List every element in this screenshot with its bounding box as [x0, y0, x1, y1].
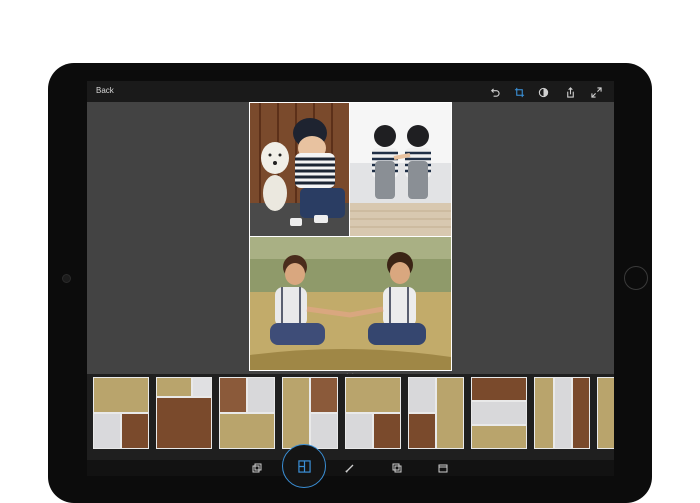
back-button[interactable]: Back — [96, 86, 114, 95]
app-screen: Back — [87, 81, 614, 476]
layout-strip — [87, 374, 614, 460]
expand-icon[interactable] — [589, 85, 603, 99]
duplicate-icon[interactable] — [250, 461, 264, 475]
brush-icon[interactable] — [343, 461, 357, 475]
bottom-toolbar — [87, 460, 614, 476]
layout-icon[interactable] — [282, 444, 326, 488]
layout-thumb-1[interactable] — [93, 377, 149, 449]
layout-thumb-4[interactable] — [282, 377, 338, 449]
layout-thumb-6[interactable] — [408, 377, 464, 449]
frame-icon[interactable] — [390, 461, 404, 475]
layout-thumb-7[interactable] — [471, 377, 527, 449]
adjust-icon[interactable] — [536, 85, 550, 99]
front-camera — [62, 274, 71, 283]
collage-canvas[interactable] — [249, 102, 452, 371]
layout-thumb-9[interactable] — [597, 377, 614, 449]
top-toolbar: Back — [87, 81, 614, 102]
home-button[interactable] — [624, 266, 648, 290]
undo-icon[interactable] — [487, 85, 501, 99]
photo-boy-with-dog[interactable] — [250, 103, 349, 236]
layout-thumb-3[interactable] — [219, 377, 275, 449]
layout-thumb-2[interactable] — [156, 377, 212, 449]
layout-thumb-8[interactable] — [534, 377, 590, 449]
layout-thumb-5[interactable] — [345, 377, 401, 449]
crop-icon[interactable] — [512, 85, 526, 99]
photo-two-boys-dock[interactable] — [350, 103, 451, 236]
photo-boy-and-girl-field[interactable] — [250, 237, 451, 370]
share-icon[interactable] — [563, 85, 577, 99]
card-icon[interactable] — [436, 461, 450, 475]
